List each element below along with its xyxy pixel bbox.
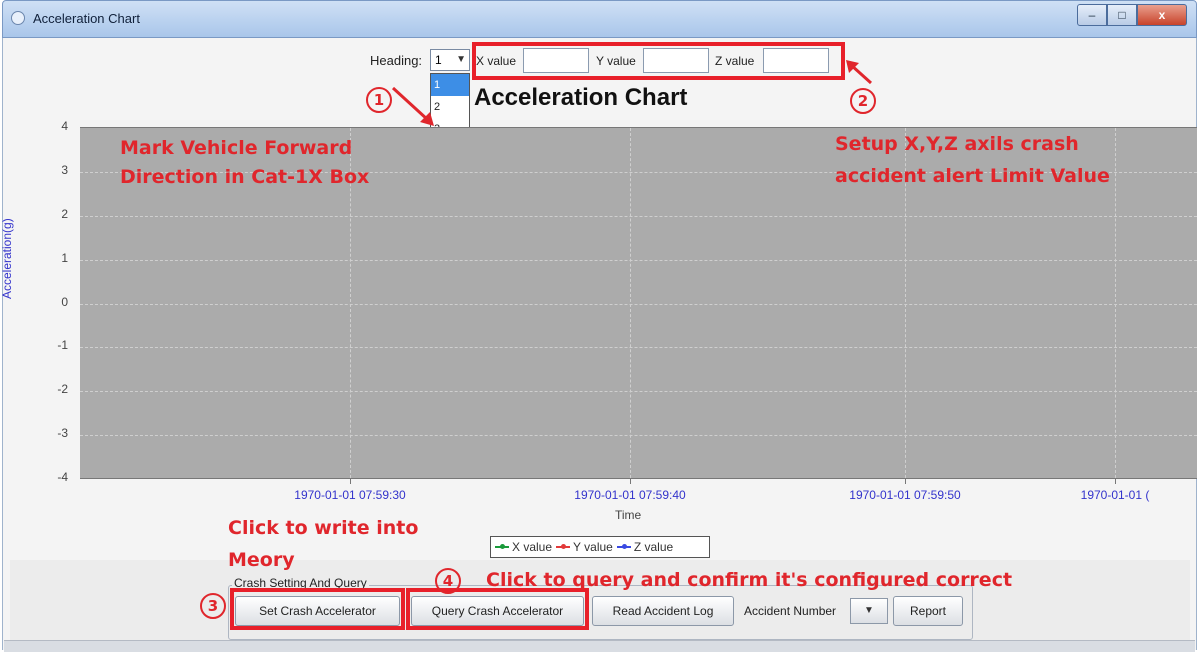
annotation-setup-xyz: Setup X,Y,Z axils crash accident alert L… <box>835 133 1110 187</box>
chart-title: Acceleration Chart <box>474 84 688 111</box>
grid-line-horizontal <box>80 215 1197 217</box>
heading-select[interactable]: 1 ▼ <box>430 49 470 71</box>
xyz-highlight-box <box>472 42 845 80</box>
legend-item-z: Z value <box>616 540 674 554</box>
y-tick-label: -4 <box>57 470 68 484</box>
app-icon <box>11 11 25 25</box>
y-axis-label: Acceleration(g) <box>0 218 14 299</box>
legend-label-y: Y value <box>573 540 613 554</box>
legend-item-x: X value <box>495 540 552 554</box>
x-tick-mark <box>630 478 631 484</box>
chart-legend: X value Y value Z value <box>490 536 710 558</box>
x-axis-line <box>80 478 1197 479</box>
x-tick-mark <box>905 478 906 484</box>
chevron-down-icon: ▼ <box>864 605 874 616</box>
grid-line-horizontal <box>80 347 1197 349</box>
y-tick-label: 0 <box>61 294 68 309</box>
window-title: Acceleration Chart <box>33 11 140 26</box>
annotation-click-query: Click to query and confirm it's configur… <box>486 569 1013 591</box>
grid-line-horizontal <box>80 391 1197 393</box>
x-tick-mark <box>1115 478 1116 484</box>
legend-marker-z <box>616 542 631 552</box>
close-button[interactable]: x <box>1137 4 1187 26</box>
status-bar <box>4 640 1195 652</box>
x-tick-mark <box>350 478 351 484</box>
heading-value: 1 <box>435 53 442 67</box>
annotation-mark-vehicle: Mark Vehicle Forward Direction in Cat-1X… <box>120 137 370 188</box>
report-button[interactable]: Report <box>893 596 963 626</box>
x-tick-label: 1970-01-01 ( <box>1080 488 1150 502</box>
accident-number-label: Accident Number <box>744 604 837 618</box>
chevron-down-icon: ▼ <box>456 54 466 65</box>
grid-line-horizontal <box>80 303 1197 305</box>
annotation-number-1: 1 <box>366 87 392 113</box>
grid-line-vertical <box>630 128 631 478</box>
x-tick-label: 1970-01-01 07:59:40 <box>574 488 686 502</box>
heading-label: Heading: <box>370 53 423 68</box>
read-accident-log-button[interactable]: Read Accident Log <box>592 596 734 626</box>
annotation-click-write: Click to write into Meory <box>228 517 419 571</box>
annotation-arrow-1 <box>391 86 434 126</box>
annotation-arrow-2 <box>846 60 873 85</box>
y-tick-label: 2 <box>61 206 68 221</box>
minimize-button[interactable]: – <box>1077 4 1107 26</box>
legend-label-x: X value <box>512 540 553 554</box>
query-button-highlight-box <box>406 588 589 630</box>
x-axis-label: Time <box>615 508 642 522</box>
legend-item-y: Y value <box>556 540 613 554</box>
x-tick-label: 1970-01-01 07:59:50 <box>849 488 961 502</box>
y-tick-label: 3 <box>61 162 68 177</box>
accident-number-select[interactable]: ▼ <box>850 598 888 624</box>
annotation-number-3: 3 <box>200 593 226 619</box>
y-tick-label: 1 <box>61 250 68 265</box>
title-bar: Acceleration Chart – □ x <box>2 0 1197 38</box>
annotation-number-2: 2 <box>850 88 876 114</box>
legend-marker-x <box>495 542 509 552</box>
grid-line-horizontal <box>80 259 1197 261</box>
x-tick-label: 1970-01-01 07:59:30 <box>294 488 406 502</box>
y-tick-label: 4 <box>61 119 68 133</box>
legend-marker-y <box>556 542 571 552</box>
grid-line-horizontal <box>80 435 1197 437</box>
y-tick-label: -3 <box>57 426 68 441</box>
legend-label-z: Z value <box>633 540 674 554</box>
y-tick-label: -2 <box>57 382 68 397</box>
y-tick-label: -1 <box>57 338 68 353</box>
set-button-highlight-box <box>230 588 405 630</box>
maximize-button[interactable]: □ <box>1107 4 1137 26</box>
